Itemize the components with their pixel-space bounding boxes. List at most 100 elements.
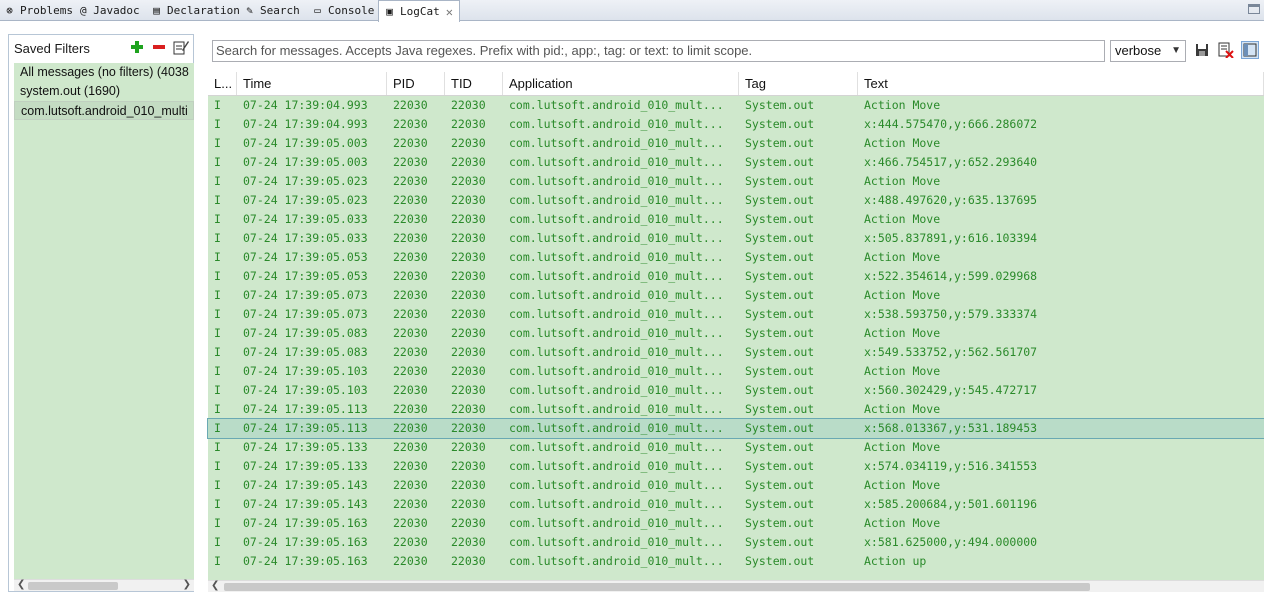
tab-javadoc[interactable]: @ Javadoc [80, 0, 140, 21]
cell-level: I [214, 554, 221, 568]
cell-tag: System.out [745, 478, 815, 492]
cell-level: I [214, 269, 221, 283]
add-filter-icon[interactable] [129, 39, 145, 55]
table-row[interactable]: I 07-24 17:39:04.993 22030 22030 com.lutsoft… [208, 96, 1264, 115]
cell-pid: 22030 [393, 478, 428, 492]
cell-pid: 22030 [393, 269, 428, 283]
scroll-left-icon[interactable]: ❮ [211, 580, 219, 591]
column-header-text[interactable]: Text [858, 72, 1264, 95]
cell-pid: 22030 [393, 497, 428, 511]
table-horizontal-scrollbar[interactable]: ❮ [208, 580, 1264, 592]
tab-label: Console [328, 4, 375, 17]
table-row[interactable]: I 07-24 17:39:05.103 22030 22030 com.lutsoft… [208, 381, 1264, 400]
filter-item[interactable]: system.out (1690) [14, 82, 194, 101]
cell-pid: 22030 [393, 345, 428, 359]
scroll-right-icon[interactable]: ❯ [183, 579, 191, 590]
column-header-tag[interactable]: Tag [739, 72, 858, 95]
save-log-icon[interactable] [1193, 41, 1211, 59]
cell-text: Action Move [864, 288, 941, 302]
table-row[interactable]: I 07-24 17:39:05.073 22030 22030 com.lutsoft… [208, 305, 1264, 324]
close-icon[interactable]: ✕ [446, 5, 453, 19]
cell-tid: 22030 [451, 117, 486, 131]
table-row[interactable]: I 07-24 17:39:05.053 22030 22030 com.lutsoft… [208, 267, 1264, 286]
table-row[interactable]: I 07-24 17:39:05.023 22030 22030 com.lutsoft… [208, 191, 1264, 210]
cell-tag: System.out [745, 98, 815, 112]
filter-item[interactable]: com.lutsoft.android_010_multi [14, 101, 194, 120]
cell-level: I [214, 440, 221, 454]
tab-declaration[interactable]: ▤ Declaration [150, 0, 240, 21]
cell-pid: 22030 [393, 98, 428, 112]
table-row[interactable]: I 07-24 17:39:05.053 22030 22030 com.lutsoft… [208, 248, 1264, 267]
cell-tid: 22030 [451, 98, 486, 112]
cell-text: x:574.034119,y:516.341553 [864, 459, 1038, 473]
table-row[interactable]: I 07-24 17:39:05.083 22030 22030 com.lutsoft… [208, 324, 1264, 343]
scrollbar-thumb[interactable] [224, 583, 1090, 591]
cell-application: com.lutsoft.android_010_mult... [509, 326, 724, 340]
table-row[interactable]: I 07-24 17:39:05.023 22030 22030 com.lutsoft… [208, 172, 1264, 191]
cell-tid: 22030 [451, 250, 486, 264]
table-row[interactable]: I 07-24 17:39:05.163 22030 22030 com.lutsoft… [208, 533, 1264, 552]
table-row[interactable]: I 07-24 17:39:05.033 22030 22030 com.lutsoft… [208, 229, 1264, 248]
cell-application: com.lutsoft.android_010_mult... [509, 459, 724, 473]
tab-console[interactable]: ▭ Console [311, 0, 374, 21]
tab-label: Problems [20, 4, 73, 17]
cell-tid: 22030 [451, 554, 486, 568]
cell-time: 07-24 17:39:05.053 [243, 250, 368, 264]
search-input[interactable]: Search for messages. Accepts Java regexe… [212, 40, 1105, 62]
table-row[interactable]: I 07-24 17:39:05.163 22030 22030 com.lutsoft… [208, 552, 1264, 571]
column-header-application[interactable]: Application [503, 72, 739, 95]
table-row[interactable]: I 07-24 17:39:05.003 22030 22030 com.lutsoft… [208, 153, 1264, 172]
cell-time: 07-24 17:39:05.033 [243, 212, 368, 226]
filter-item[interactable]: All messages (no filters) (4038 [14, 63, 194, 82]
table-row[interactable]: I 07-24 17:39:05.103 22030 22030 com.lutsoft… [208, 362, 1264, 381]
toggle-filters-panel-icon[interactable] [1241, 41, 1259, 59]
table-row[interactable]: I 07-24 17:39:05.113 22030 22030 com.lutsoft… [207, 418, 1264, 439]
edit-filter-icon[interactable] [173, 39, 189, 55]
table-row[interactable]: I 07-24 17:39:05.073 22030 22030 com.lutsoft… [208, 286, 1264, 305]
tab-logcat[interactable]: ▣ LogCat ✕ [378, 0, 460, 22]
cell-pid: 22030 [393, 516, 428, 530]
filters-horizontal-scrollbar[interactable]: ❮ ❯ [14, 579, 194, 591]
table-row[interactable]: I 07-24 17:39:05.083 22030 22030 com.lutsoft… [208, 343, 1264, 362]
table-row[interactable]: I 07-24 17:39:05.113 22030 22030 com.lutsoft… [208, 400, 1264, 419]
cell-text: x:568.013367,y:531.189453 [864, 421, 1038, 435]
clear-log-icon[interactable] [1217, 41, 1235, 59]
cell-text: x:444.575470,y:666.286072 [864, 117, 1038, 131]
cell-level: I [214, 117, 221, 131]
table-row[interactable]: I 07-24 17:39:05.163 22030 22030 com.lutsoft… [208, 514, 1264, 533]
cell-application: com.lutsoft.android_010_mult... [509, 421, 724, 435]
cell-tid: 22030 [451, 307, 486, 321]
column-header-level[interactable]: L... [208, 72, 237, 95]
cell-application: com.lutsoft.android_010_mult... [509, 383, 724, 397]
cell-text: x:522.354614,y:599.029968 [864, 269, 1038, 283]
table-row[interactable]: I 07-24 17:39:05.133 22030 22030 com.lutsoft… [208, 457, 1264, 476]
cell-level: I [214, 288, 221, 302]
table-row[interactable]: I 07-24 17:39:04.993 22030 22030 com.lutsoft… [208, 115, 1264, 134]
column-header-pid[interactable]: PID [387, 72, 445, 95]
cell-application: com.lutsoft.android_010_mult... [509, 288, 724, 302]
tab-label: Search [260, 4, 300, 17]
maximize-icon[interactable] [1248, 4, 1260, 14]
cell-tag: System.out [745, 117, 815, 131]
cell-pid: 22030 [393, 364, 428, 378]
table-row[interactable]: I 07-24 17:39:05.003 22030 22030 com.lutsoft… [208, 134, 1264, 153]
column-header-time[interactable]: Time [237, 72, 387, 95]
cell-tag: System.out [745, 326, 815, 340]
table-row[interactable]: I 07-24 17:39:05.143 22030 22030 com.lutsoft… [208, 495, 1264, 514]
column-header-tid[interactable]: TID [445, 72, 503, 95]
scrollbar-thumb[interactable] [28, 582, 118, 590]
cell-application: com.lutsoft.android_010_mult... [509, 364, 724, 378]
cell-text: Action Move [864, 478, 941, 492]
tab-search[interactable]: ✎ Search [243, 0, 300, 21]
remove-filter-icon[interactable] [151, 39, 167, 55]
tab-problems[interactable]: ⊗ Problems [3, 0, 73, 21]
table-row[interactable]: I 07-24 17:39:05.033 22030 22030 com.lutsoft… [208, 210, 1264, 229]
cell-text: x:581.625000,y:494.000000 [864, 535, 1038, 549]
scroll-left-icon[interactable]: ❮ [17, 579, 25, 590]
cell-pid: 22030 [393, 307, 428, 321]
log-level-select[interactable]: verbose ▼ [1110, 40, 1186, 62]
table-row[interactable]: I 07-24 17:39:05.133 22030 22030 com.lutsoft… [208, 438, 1264, 457]
cell-time: 07-24 17:39:05.133 [243, 459, 368, 473]
table-row[interactable]: I 07-24 17:39:05.143 22030 22030 com.lutsoft… [208, 476, 1264, 495]
cell-text: Action Move [864, 402, 941, 416]
